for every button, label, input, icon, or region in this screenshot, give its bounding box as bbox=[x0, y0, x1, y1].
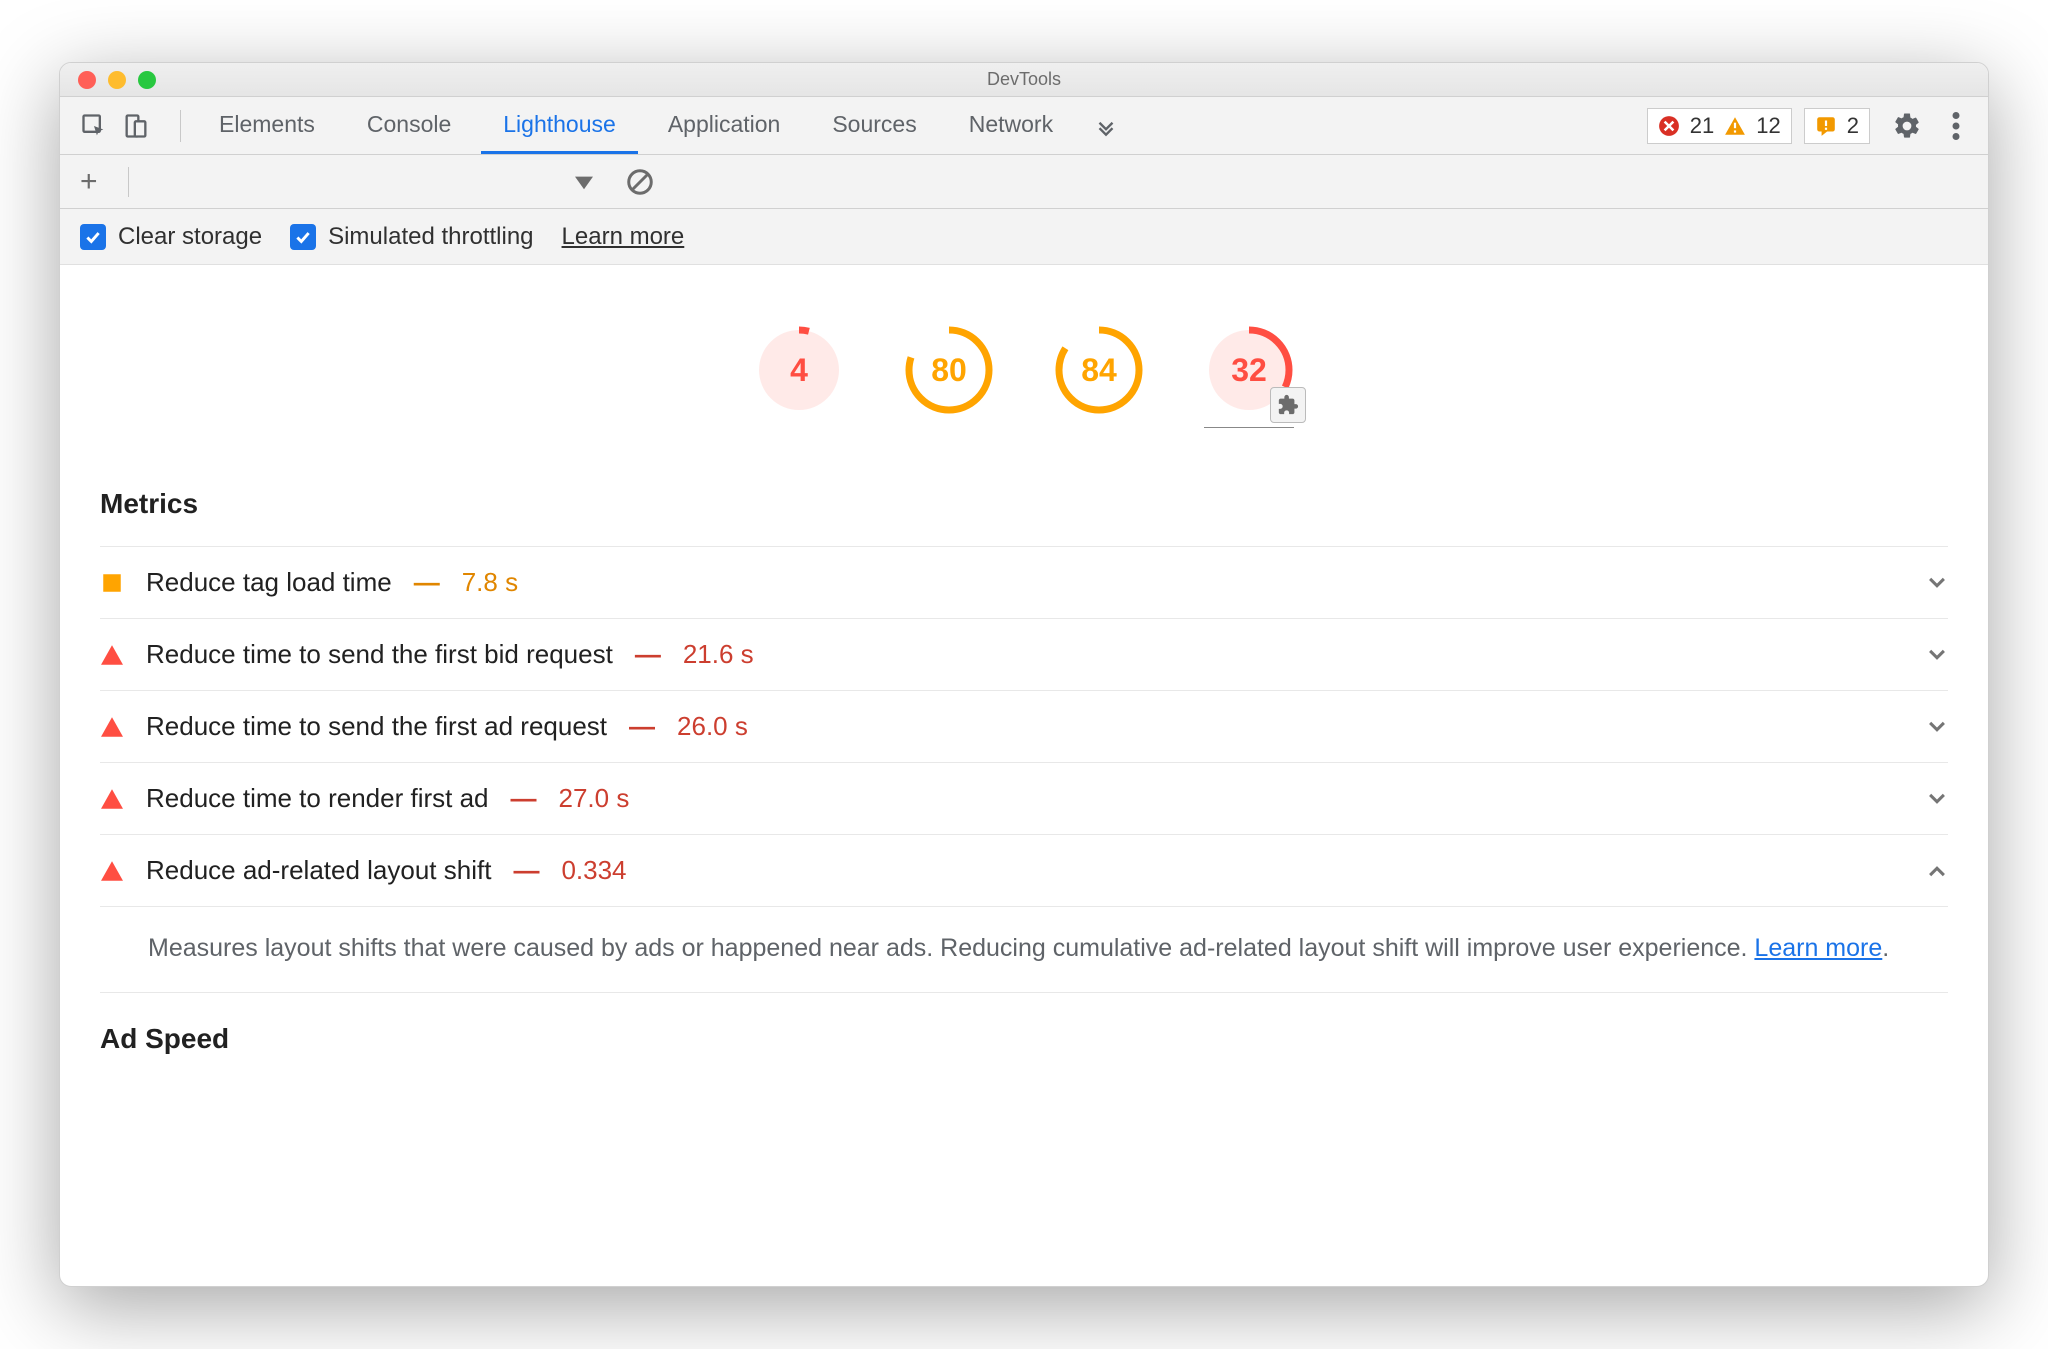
report-content: Metrics Reduce tag load time — 7.8 s Red… bbox=[60, 458, 1988, 1081]
triangle-icon bbox=[100, 717, 124, 737]
error-count: 21 bbox=[1690, 113, 1714, 139]
triangle-icon bbox=[100, 861, 124, 881]
panel-tabs: ElementsConsoleLighthouseApplicationSour… bbox=[197, 97, 1075, 154]
metric-value: 7.8 s bbox=[462, 567, 518, 598]
tab-lighthouse[interactable]: Lighthouse bbox=[481, 97, 638, 154]
metric-detail: Measures layout shifts that were caused … bbox=[100, 907, 1948, 993]
metric-label: Reduce time to send the first ad request bbox=[146, 711, 607, 742]
window-controls bbox=[60, 71, 156, 89]
detail-text: Measures layout shifts that were caused … bbox=[148, 934, 1754, 962]
tab-network[interactable]: Network bbox=[947, 97, 1075, 154]
metric-row[interactable]: Reduce ad-related layout shift — 0.334 bbox=[100, 834, 1948, 907]
metric-dash: — bbox=[635, 639, 661, 670]
simulated-throttling-checkbox[interactable]: Simulated throttling bbox=[290, 223, 533, 251]
minimize-window-button[interactable] bbox=[108, 71, 126, 89]
chevron-down-icon bbox=[1926, 716, 1948, 738]
new-report-button[interactable]: + bbox=[74, 165, 104, 199]
metric-value: 27.0 s bbox=[559, 783, 630, 814]
tab-elements[interactable]: Elements bbox=[197, 97, 337, 154]
tabstrip: ElementsConsoleLighthouseApplicationSour… bbox=[60, 97, 1988, 155]
warning-count: 12 bbox=[1756, 113, 1780, 139]
issues-icon bbox=[1815, 115, 1837, 137]
metric-row[interactable]: Reduce tag load time — 7.8 s bbox=[100, 546, 1948, 618]
metrics-heading: Metrics bbox=[100, 458, 1948, 546]
checkbox-checked-icon bbox=[80, 224, 106, 250]
status-badges: 21 12 2 bbox=[1647, 108, 1976, 144]
metric-label: Reduce time to send the first bid reques… bbox=[146, 639, 613, 670]
device-toolbar-icon[interactable] bbox=[122, 112, 150, 140]
score-gauges: 4 80 84 32 bbox=[60, 265, 1988, 458]
learn-more-link[interactable]: Learn more bbox=[562, 223, 685, 251]
metric-dash: — bbox=[414, 567, 440, 598]
chevron-down-icon bbox=[1926, 644, 1948, 666]
lighthouse-toolbar: + bbox=[60, 155, 1988, 209]
checkbox-checked-icon bbox=[290, 224, 316, 250]
score-gauge[interactable]: 80 bbox=[904, 325, 994, 415]
close-window-button[interactable] bbox=[78, 71, 96, 89]
simulated-throttling-label: Simulated throttling bbox=[328, 223, 533, 251]
metric-row[interactable]: Reduce time to send the first bid reques… bbox=[100, 618, 1948, 690]
metric-dash: — bbox=[629, 711, 655, 742]
warning-icon bbox=[1724, 115, 1746, 137]
tab-console[interactable]: Console bbox=[345, 97, 473, 154]
metric-row[interactable]: Reduce time to send the first ad request… bbox=[100, 690, 1948, 762]
settings-row: Clear storage Simulated throttling Learn… bbox=[60, 209, 1988, 265]
issues-count: 2 bbox=[1847, 113, 1859, 139]
tab-application[interactable]: Application bbox=[646, 97, 803, 154]
metric-value: 0.334 bbox=[561, 855, 626, 886]
console-errors-warnings[interactable]: 21 12 bbox=[1647, 108, 1792, 144]
score-gauge[interactable]: 32 bbox=[1204, 325, 1294, 415]
score-gauge[interactable]: 4 bbox=[754, 325, 844, 415]
metric-dash: — bbox=[513, 855, 539, 886]
chevron-up-icon bbox=[1926, 860, 1948, 882]
inspect-element-icon[interactable] bbox=[80, 112, 108, 140]
metric-label: Reduce time to render first ad bbox=[146, 783, 489, 814]
metric-value: 21.6 s bbox=[683, 639, 754, 670]
devtools-window: DevTools ElementsConsoleLighthouseApplic… bbox=[59, 62, 1989, 1287]
metric-label: Reduce tag load time bbox=[146, 567, 392, 598]
maximize-window-button[interactable] bbox=[138, 71, 156, 89]
error-icon bbox=[1658, 115, 1680, 137]
square-icon bbox=[100, 573, 124, 593]
metric-row[interactable]: Reduce time to render first ad — 27.0 s bbox=[100, 762, 1948, 834]
divider bbox=[128, 167, 129, 197]
ad-speed-heading: Ad Speed bbox=[100, 993, 1948, 1081]
clear-storage-checkbox[interactable]: Clear storage bbox=[80, 223, 262, 251]
settings-icon[interactable] bbox=[1882, 111, 1932, 141]
divider bbox=[180, 110, 181, 142]
clear-storage-label: Clear storage bbox=[118, 223, 262, 251]
dropdown-caret-icon[interactable] bbox=[575, 173, 593, 191]
chevron-down-icon bbox=[1926, 788, 1948, 810]
clear-icon[interactable] bbox=[607, 167, 655, 197]
score-gauge[interactable]: 84 bbox=[1054, 325, 1144, 415]
more-options-icon[interactable] bbox=[1944, 112, 1968, 140]
extension-icon bbox=[1270, 387, 1306, 423]
metric-dash: — bbox=[511, 783, 537, 814]
detail-learn-more-link[interactable]: Learn more bbox=[1754, 934, 1882, 962]
detail-suffix: . bbox=[1882, 934, 1889, 962]
triangle-icon bbox=[100, 645, 124, 665]
issues-badge[interactable]: 2 bbox=[1804, 108, 1870, 144]
metric-label: Reduce ad-related layout shift bbox=[146, 855, 491, 886]
triangle-icon bbox=[100, 789, 124, 809]
tab-sources[interactable]: Sources bbox=[810, 97, 938, 154]
chevron-down-icon bbox=[1926, 572, 1948, 594]
more-tabs-icon[interactable] bbox=[1081, 113, 1131, 139]
window-title: DevTools bbox=[60, 69, 1988, 90]
titlebar: DevTools bbox=[60, 63, 1988, 97]
metric-value: 26.0 s bbox=[677, 711, 748, 742]
